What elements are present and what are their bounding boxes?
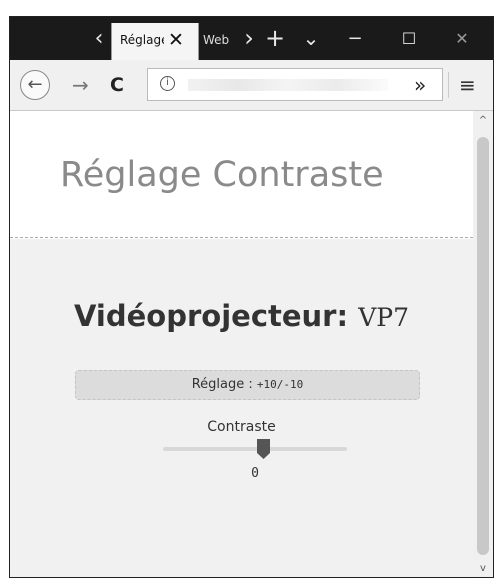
toolbar-divider [448,72,449,98]
scroll-down-icon[interactable]: v [473,561,493,577]
reload-icon[interactable]: C [110,70,124,100]
range-info-box: Réglage : +10/-10 [75,370,420,400]
page-header: Réglage Contraste [10,111,473,238]
back-button[interactable]: ← [20,70,50,100]
forward-arrow-icon[interactable]: → [72,70,89,100]
url-text-blurred [188,79,388,91]
contrast-slider-thumb[interactable] [256,439,270,459]
vertical-scrollbar[interactable]: ^ v [473,111,493,577]
tab-close-icon[interactable]: ✕ [168,28,184,52]
scrollbar-thumb[interactable] [477,137,489,555]
tab-label: Web [203,33,230,47]
device-prefix: Vidéoprojecteur: [74,299,349,333]
range-label: Réglage : [191,377,253,392]
slider-label: Contraste [207,419,276,435]
tab-scroll-left-icon[interactable]: ‹ [89,17,109,60]
page-viewport: Réglage Contraste Vidéoprojecteur: VP7 R… [10,111,473,577]
tab-reglage-contraste[interactable]: Réglage Contraste ✕ [111,23,199,60]
device-heading: Vidéoprojecteur: VP7 [10,299,473,333]
maximize-icon[interactable]: ☐ [398,17,420,60]
url-bar[interactable]: i [147,68,443,101]
scroll-up-icon[interactable]: ^ [473,113,493,129]
range-values: +10/-10 [256,378,304,391]
page-title: Réglage Contraste [60,155,384,195]
new-tab-icon[interactable]: + [264,17,286,60]
device-code: VP7 [358,303,409,332]
back-arrow-icon: ← [27,74,43,95]
tab-label: Réglage Contraste [120,33,164,47]
tab-list-icon[interactable]: ⌄ [300,17,322,60]
overflow-icon[interactable]: » [414,70,426,100]
info-icon[interactable]: i [160,76,175,91]
minimize-icon[interactable]: − [344,17,366,60]
slider-value: 0 [251,466,259,481]
tab-web[interactable]: Web [201,17,237,60]
browser-window: ‹ Réglage Contraste ✕ Web › + ⌄ − ☐ ✕ ← … [9,16,494,578]
page-content: Vidéoprojecteur: VP7 Réglage : +10/-10 C… [10,239,473,577]
tab-scroll-right-icon[interactable]: › [242,17,256,60]
window-close-icon[interactable]: ✕ [451,17,473,60]
tab-strip: ‹ Réglage Contraste ✕ Web › + ⌄ − ☐ ✕ [10,17,493,60]
navigation-toolbar: ← → C i » ≡ [10,60,493,111]
menu-icon[interactable]: ≡ [459,70,476,100]
contrast-slider-track[interactable] [163,447,347,451]
